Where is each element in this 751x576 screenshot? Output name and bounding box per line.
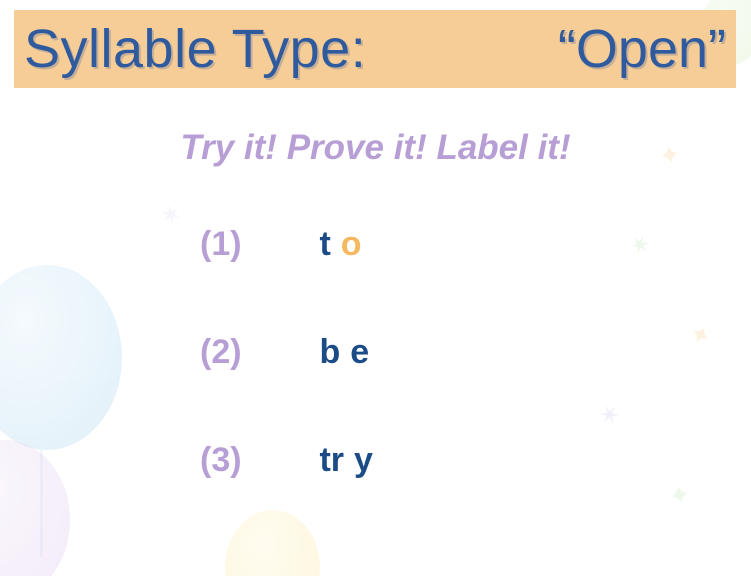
example-row-1: (1) to xyxy=(200,225,362,264)
subtitle: Try it! Prove it! Label it! xyxy=(0,128,751,168)
row-number: (1) xyxy=(200,225,310,264)
vowel-text: e xyxy=(350,333,369,371)
title-right: “Open” xyxy=(558,18,726,80)
consonant-text: tr xyxy=(319,441,344,479)
title-left: Syllable Type: xyxy=(24,18,366,80)
row-number: (3) xyxy=(200,441,310,480)
balloon-icon xyxy=(225,510,320,576)
confetti-icon: ✦ xyxy=(666,478,694,513)
vowel-text: y xyxy=(354,441,373,479)
consonant-text: b xyxy=(319,333,340,371)
confetti-icon: ✦ xyxy=(683,317,717,355)
example-row-2: (2) be xyxy=(200,333,369,372)
title-bar: Syllable Type: “Open” xyxy=(14,10,736,88)
confetti-icon: ✶ xyxy=(594,397,627,434)
consonant-text: t xyxy=(319,225,330,263)
balloon-icon xyxy=(0,440,70,576)
confetti-icon: ✶ xyxy=(625,227,655,263)
confetti-icon: ✶ xyxy=(157,198,185,233)
example-row-3: (3) try xyxy=(200,441,373,480)
vowel-text: o xyxy=(341,225,362,263)
row-number: (2) xyxy=(200,333,310,372)
balloon-icon xyxy=(0,265,122,450)
